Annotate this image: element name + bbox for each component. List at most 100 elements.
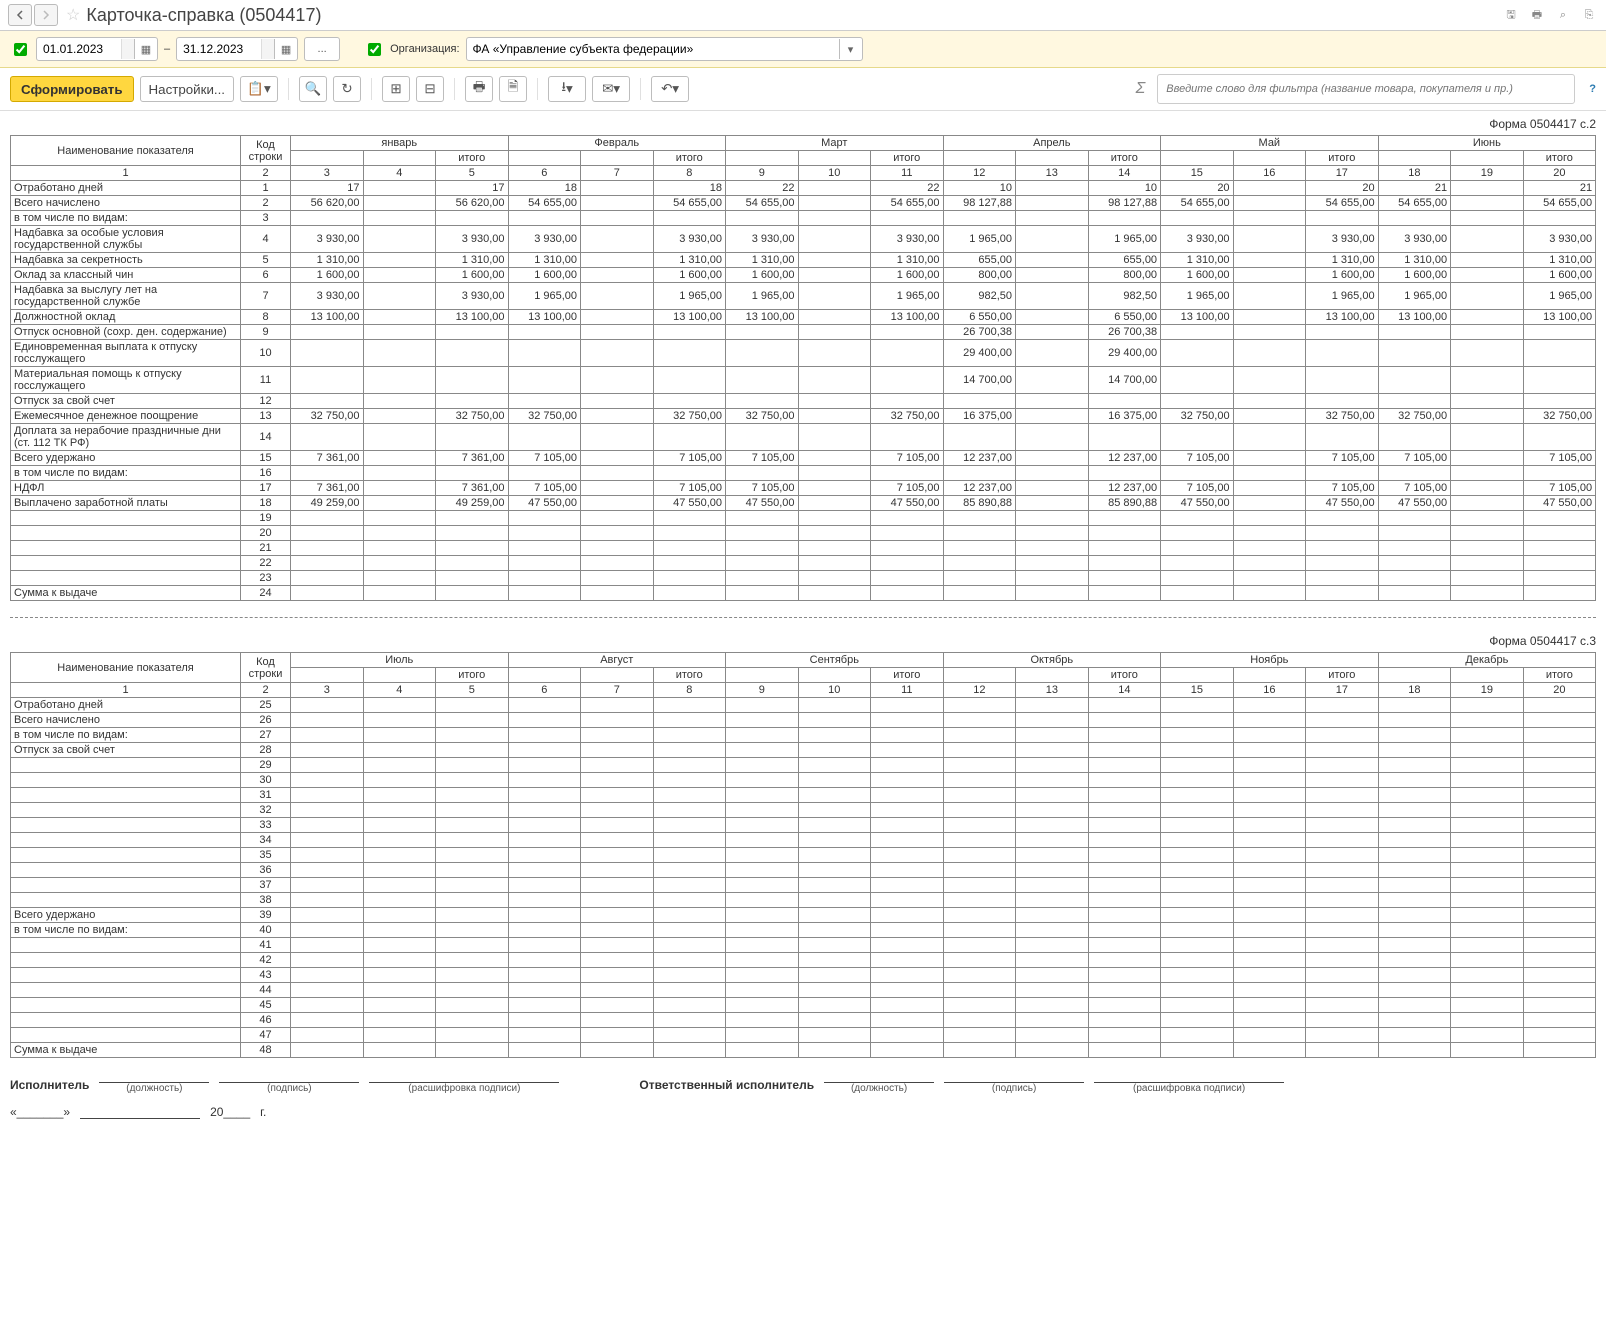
variants-button[interactable]: 📋▾ [240, 76, 278, 102]
magnifier-icon: 🔍 [305, 81, 322, 97]
print-button[interactable]: 🖶 [465, 76, 493, 102]
collapse-tree-icon: ⊟ [424, 81, 435, 97]
chevron-down-icon[interactable]: ▾ [839, 39, 862, 59]
org-input[interactable] [467, 40, 839, 58]
collapse-button[interactable]: ⊟ [416, 76, 444, 102]
period-choose-button[interactable]: ... [304, 37, 340, 61]
table-row: 41 [11, 938, 1596, 953]
table-row: НДФЛ177 361,007 361,007 105,007 105,007 … [11, 481, 1596, 496]
responsible-label: Ответственный исполнитель [639, 1078, 814, 1094]
back-button[interactable] [8, 4, 32, 26]
send-button[interactable]: ✉▾ [592, 76, 630, 102]
table-row: Отпуск за свой счет28 [11, 743, 1596, 758]
reset-button[interactable]: ↶▾ [651, 76, 689, 102]
table-row: Ежемесячное денежное поощрение1332 750,0… [11, 409, 1596, 424]
preview-button[interactable]: 🗎 [499, 76, 527, 102]
table-row: в том числе по видам:3 [11, 211, 1596, 226]
col-name: Наименование показателя [11, 136, 241, 166]
period-checkbox[interactable] [14, 43, 27, 56]
print-icon[interactable]: 🖶 [1528, 6, 1546, 24]
calendar-icon[interactable]: ▦ [274, 39, 297, 59]
search-icon[interactable]: ⌕ [1554, 6, 1572, 24]
report-content: Форма 0504417 с.2 Наименование показател… [0, 111, 1606, 1159]
sigma-icon: Σ [1136, 80, 1146, 98]
table-row: 38 [11, 893, 1596, 908]
date-from-spin[interactable] [121, 39, 134, 59]
title-bar: ☆ Карточка-справка (0504417) 🖫 🖶 ⌕ ⎘ [0, 0, 1606, 31]
table-row: 23 [11, 571, 1596, 586]
table-row: в том числе по видам:40 [11, 923, 1596, 938]
report-table-p3: Наименование показателяКодстрокиИюльАвгу… [10, 652, 1596, 1058]
run-button[interactable]: Сформировать [10, 76, 134, 102]
favorite-star-icon[interactable]: ☆ [66, 5, 80, 25]
save-icon[interactable]: 🖫 [1502, 6, 1520, 24]
page-divider [10, 617, 1596, 618]
table-row: 44 [11, 983, 1596, 998]
settings-button[interactable]: Настройки... [140, 76, 234, 102]
col-month: Декабрь [1378, 653, 1596, 668]
help-button[interactable]: ? [1589, 83, 1596, 95]
date-to-spin[interactable] [261, 39, 274, 59]
date-to-field[interactable]: ▦ [176, 37, 298, 61]
mail-icon: ✉ [602, 81, 613, 97]
table-row: Всего начислено26 [11, 713, 1596, 728]
clipboard-icon: 📋 [247, 81, 264, 97]
table-row: Материальная помощь к отпуску госслужаще… [11, 367, 1596, 394]
table-row: 21 [11, 541, 1596, 556]
refresh-button[interactable]: ↻ [333, 76, 361, 102]
calendar-icon[interactable]: ▦ [134, 39, 157, 59]
table-row: 45 [11, 998, 1596, 1013]
org-select[interactable]: ▾ [466, 37, 863, 61]
page-title: Карточка-справка (0504417) [86, 5, 321, 26]
table-row: Единовременная выплата к отпуску госслуж… [11, 340, 1596, 367]
form-label-p2: Форма 0504417 с.2 [10, 117, 1596, 131]
org-label: Организация: [390, 43, 459, 55]
col-month: Май [1161, 136, 1379, 151]
link-icon[interactable]: ⎘ [1580, 6, 1598, 24]
org-checkbox[interactable] [368, 43, 381, 56]
table-row: в том числе по видам:27 [11, 728, 1596, 743]
executor-label: Исполнитель [10, 1078, 89, 1094]
save-as-button[interactable]: ⭳▾ [548, 76, 586, 102]
table-row: Отпуск за свой счет12 [11, 394, 1596, 409]
table-row: 33 [11, 818, 1596, 833]
table-row: 47 [11, 1028, 1596, 1043]
table-row: 31 [11, 788, 1596, 803]
col-month: Июнь [1378, 136, 1596, 151]
col-month: январь [291, 136, 509, 151]
form-label-p3: Форма 0504417 с.3 [10, 634, 1596, 648]
table-row: 32 [11, 803, 1596, 818]
col-month: Март [726, 136, 944, 151]
table-row: 34 [11, 833, 1596, 848]
table-row: 30 [11, 773, 1596, 788]
find-button[interactable]: 🔍 [299, 76, 327, 102]
table-row: 43 [11, 968, 1596, 983]
date-from-field[interactable]: ▦ [36, 37, 158, 61]
col-name: Наименование показателя [11, 653, 241, 683]
table-row: 37 [11, 878, 1596, 893]
table-row: Отработано дней1171718182222101020202121 [11, 181, 1596, 196]
col-month: Апрель [943, 136, 1161, 151]
table-row: Надбавка за выслугу лет на государственн… [11, 283, 1596, 310]
table-row: Надбавка за особые условия государственн… [11, 226, 1596, 253]
expand-button[interactable]: ⊞ [382, 76, 410, 102]
table-row: Всего начислено256 620,0056 620,0054 655… [11, 196, 1596, 211]
arrow-left-icon [15, 10, 25, 20]
table-row: 19 [11, 511, 1596, 526]
table-row: 20 [11, 526, 1596, 541]
table-row: Оклад за классный чин61 600,001 600,001 … [11, 268, 1596, 283]
table-row: 46 [11, 1013, 1596, 1028]
forward-button[interactable] [34, 4, 58, 26]
table-row: 36 [11, 863, 1596, 878]
table-row: Всего удержано157 361,007 361,007 105,00… [11, 451, 1596, 466]
table-row: 22 [11, 556, 1596, 571]
toolbar: Сформировать Настройки... 📋▾ 🔍 ↻ ⊞ ⊟ 🖶 🗎… [0, 68, 1606, 111]
col-code: Кодстроки [241, 136, 291, 166]
col-month: Октябрь [943, 653, 1161, 668]
signature-area: Исполнитель (должность) (подпись) (расши… [10, 1058, 1596, 1139]
date-from-input[interactable] [37, 40, 121, 58]
filter-input[interactable] [1157, 74, 1575, 104]
table-row: Должностной оклад813 100,0013 100,0013 1… [11, 310, 1596, 325]
date-to-input[interactable] [177, 40, 261, 58]
preview-icon: 🗎 [508, 78, 519, 100]
